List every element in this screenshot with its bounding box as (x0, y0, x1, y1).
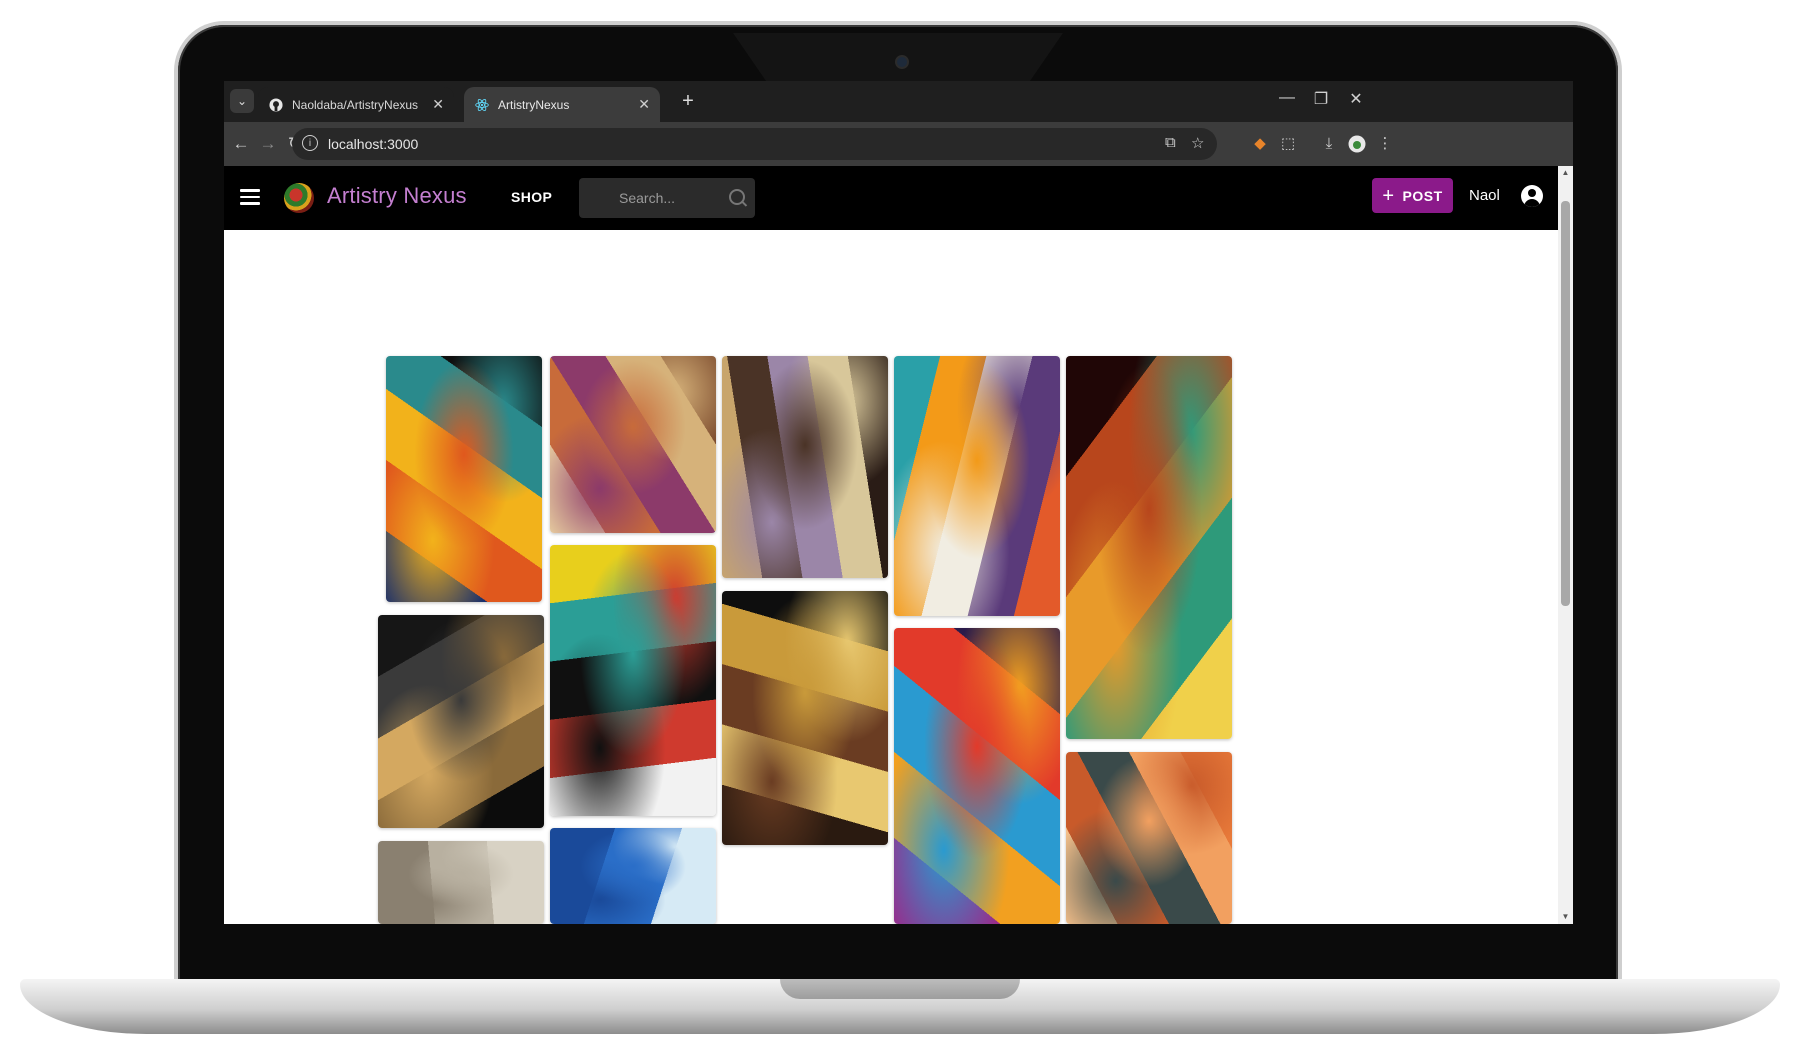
close-tab-icon[interactable]: ✕ (638, 96, 650, 113)
tab-strip: ⌄ Naoldaba/ArtistryNexus ✕ ArtistryNexus… (224, 81, 1573, 122)
plus-icon: + (1382, 184, 1395, 207)
back-icon[interactable]: ← (229, 132, 253, 156)
gallery-card-blue-wrap-painting[interactable] (550, 828, 716, 924)
tab-artistrynexus[interactable]: ArtistryNexus ✕ (464, 87, 660, 122)
browser-menu-icon[interactable]: ⋮ (1373, 132, 1397, 156)
restore-icon[interactable]: ❐ (1307, 89, 1335, 109)
gallery-card-flower-crown-portrait[interactable] (722, 356, 888, 578)
hamburger-menu-icon[interactable] (240, 186, 260, 210)
account-circle-icon[interactable] (1521, 185, 1543, 207)
scroll-up-icon[interactable]: ▲ (1561, 169, 1570, 177)
gallery-card-golden-headdress-portrait[interactable] (722, 591, 888, 845)
gallery-card-sculpture-orange[interactable] (1066, 752, 1232, 924)
gallery-card-teal-mask-face[interactable] (550, 545, 716, 816)
app-page: Artistry Nexus SHOP + POST Naol (224, 166, 1558, 924)
gallery-card-tribal-mask[interactable] (1066, 356, 1232, 739)
gallery-card-pencil-portrait[interactable] (378, 841, 544, 924)
app-header: Artistry Nexus SHOP + POST Naol (224, 166, 1558, 230)
search-field[interactable] (579, 178, 755, 218)
brand-title[interactable]: Artistry Nexus (327, 183, 467, 209)
url-text: localhost:3000 (328, 136, 419, 152)
page-scrollbar[interactable]: ▲ ▼ (1558, 166, 1573, 924)
tab-title: ArtistryNexus (498, 97, 570, 112)
nav-shop-link[interactable]: SHOP (511, 189, 552, 205)
laptop-base-notch (780, 979, 1020, 999)
react-icon (474, 97, 490, 113)
gallery-card-cubist-eye-face[interactable] (894, 356, 1060, 616)
install-app-icon[interactable]: ⧉ (1165, 134, 1176, 151)
tab-search-button[interactable]: ⌄ (230, 89, 254, 113)
metamask-extension-icon[interactable]: ◆ (1248, 132, 1272, 156)
new-tab-button[interactable]: + (676, 89, 700, 113)
gallery-card-musicians-painting[interactable] (550, 356, 716, 533)
close-tab-icon[interactable]: ✕ (432, 96, 444, 113)
post-button[interactable]: + POST (1372, 178, 1453, 213)
download-icon[interactable]: ⤓ (1317, 132, 1341, 156)
gallery-card-abstract-faces-artwork[interactable] (386, 356, 542, 602)
extensions-puzzle-icon[interactable]: ⬚ (1276, 132, 1300, 156)
minimize-icon[interactable]: — (1273, 89, 1301, 107)
gallery-card-golden-fish-woodcut[interactable] (378, 615, 544, 828)
logo-icon[interactable] (284, 183, 314, 213)
camera-icon (895, 55, 909, 69)
close-window-icon[interactable]: ✕ (1342, 89, 1370, 109)
bookmark-star-icon[interactable]: ☆ (1191, 134, 1204, 152)
github-icon (268, 97, 284, 113)
scroll-down-icon[interactable]: ▼ (1561, 913, 1570, 921)
browser-window: ⌄ Naoldaba/ArtistryNexus ✕ ArtistryNexus… (224, 81, 1573, 924)
scrollbar-thumb[interactable] (1561, 201, 1570, 606)
user-name[interactable]: Naol (1469, 187, 1500, 204)
tab-title: Naoldaba/ArtistryNexus (292, 97, 419, 112)
address-bar[interactable]: i localhost:3000 ⧉ ☆ (292, 128, 1217, 160)
profile-avatar-icon[interactable] (1345, 132, 1369, 156)
forward-icon[interactable]: → (256, 132, 280, 156)
search-icon[interactable] (729, 189, 745, 205)
browser-toolbar: ← → ↻ i localhost:3000 ⧉ ☆ ◆ ⬚ ⤓ ⋮ (224, 122, 1573, 166)
tab-github[interactable]: Naoldaba/ArtistryNexus ✕ (258, 87, 454, 122)
gallery-card-colorful-boy-portrait[interactable] (894, 628, 1060, 924)
site-info-icon[interactable]: i (302, 135, 318, 151)
post-button-label: POST (1402, 187, 1443, 204)
